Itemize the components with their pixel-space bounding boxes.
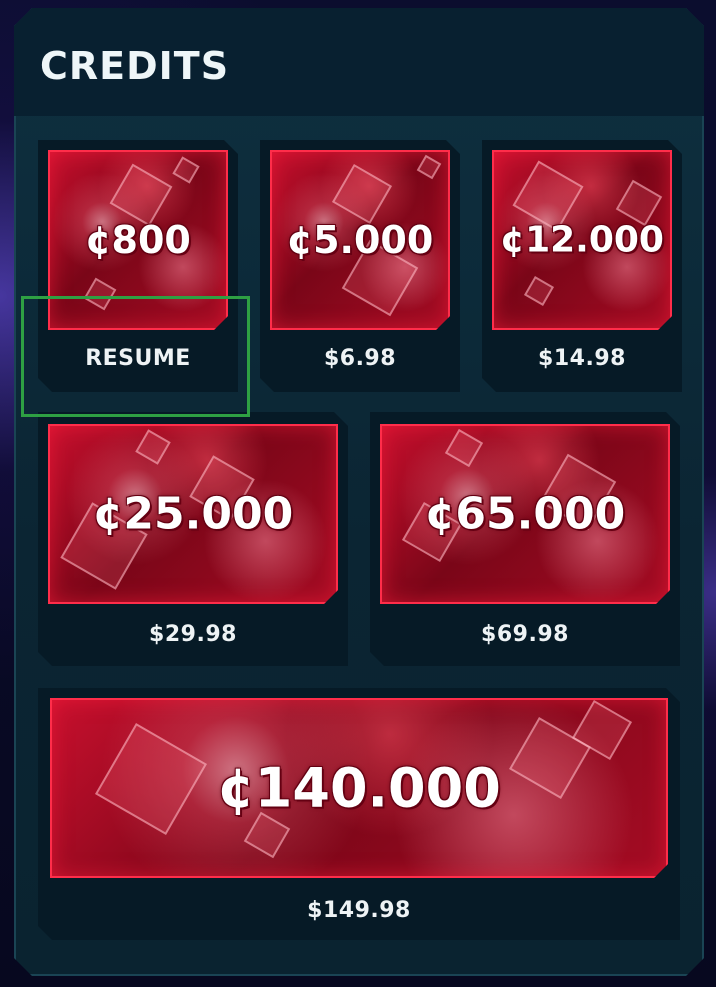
cube-art: [172, 156, 199, 183]
credits-panel: CREDITS ¢800 RESUME ¢5.000 $6.98 ¢12.000…: [14, 8, 704, 976]
focus-highlight: [21, 296, 250, 417]
pack-price: $69.98: [481, 622, 569, 647]
pack-art: ¢5.000: [270, 150, 450, 330]
pack-price: $149.98: [307, 898, 411, 923]
credit-pack-25000[interactable]: ¢25.000 $29.98: [38, 412, 348, 666]
pack-art: ¢25.000: [48, 424, 338, 604]
pack-art: ¢65.000: [380, 424, 670, 604]
panel-title: CREDITS: [40, 44, 230, 88]
cube-art: [135, 429, 171, 465]
credit-amount: ¢25.000: [92, 488, 294, 540]
cube-art: [524, 276, 554, 306]
credit-pack-5000[interactable]: ¢5.000 $6.98: [260, 140, 460, 392]
panel-header: CREDITS: [14, 8, 704, 116]
credit-amount: ¢65.000: [424, 488, 626, 540]
credit-amount: ¢12.000: [500, 219, 664, 261]
credit-pack-65000[interactable]: ¢65.000 $69.98: [370, 412, 680, 666]
cube-art: [110, 164, 173, 227]
credit-pack-140000[interactable]: ¢140.000 $149.98: [38, 688, 680, 940]
pack-price: $29.98: [149, 622, 237, 647]
cube-art: [417, 155, 442, 180]
pack-price: $14.98: [538, 346, 626, 371]
credit-amount: ¢140.000: [217, 756, 501, 820]
cube-art: [332, 164, 392, 224]
credit-pack-12000[interactable]: ¢12.000 $14.98: [482, 140, 682, 392]
pack-price: $6.98: [323, 346, 397, 371]
credit-amount: ¢800: [85, 218, 191, 262]
credit-amount: ¢5.000: [286, 218, 434, 262]
pack-art: ¢140.000: [50, 698, 668, 878]
pack-art: ¢12.000: [492, 150, 672, 330]
cube-art: [445, 429, 483, 467]
